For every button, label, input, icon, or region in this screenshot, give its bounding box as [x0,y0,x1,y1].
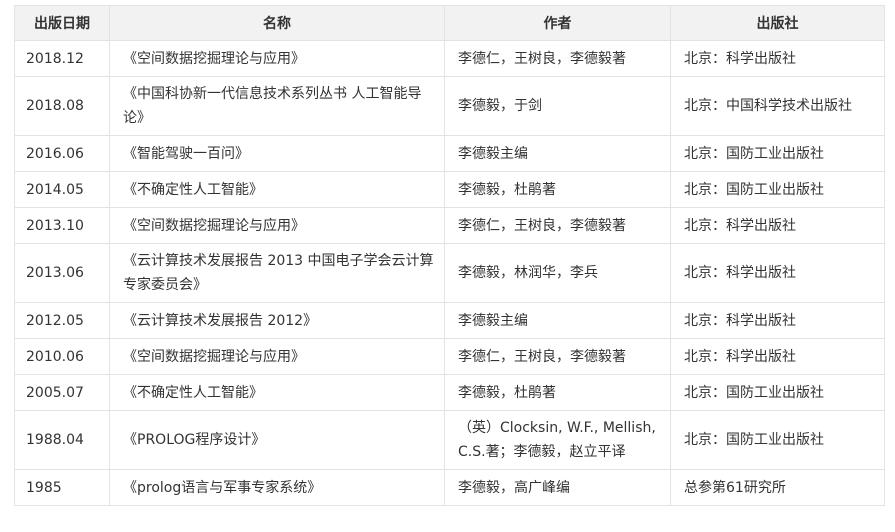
cell-author: 李德毅，杜鹃著 [444,171,671,208]
table-row: 2018.12 《空间数据挖掘理论与应用》 李德仁，王树良，李德毅著 北京：科学出版社 [14,40,885,77]
cell-date: 2018.08 [14,76,110,136]
table-row: 2014.05 《不确定性人工智能》 李德毅，杜鹃著 北京：国防工业出版社 [14,171,885,208]
table-row: 2010.06 《空间数据挖掘理论与应用》 李德仁，王树良，李德毅著 北京：科学出版社 [14,338,885,375]
table-row: 2012.05 《云计算技术发展报告 2012》 李德毅主编 北京：科学出版社 [14,302,885,339]
cell-author: （英）Clocksin, W.F., Mellish, C.S.著；李德毅，赵立… [444,410,671,470]
cell-publisher: 北京：国防工业出版社 [670,135,885,172]
cell-date: 1988.04 [14,410,110,470]
cell-name: 《空间数据挖掘理论与应用》 [109,338,445,375]
cell-date: 2013.06 [14,243,110,303]
cell-author: 李德仁，王树良，李德毅著 [444,207,671,244]
cell-publisher: 北京：科学出版社 [670,338,885,375]
table-header: 出版日期 名称 作者 出版社 [14,5,885,41]
cell-name: 《空间数据挖掘理论与应用》 [109,40,445,77]
cell-name: 《云计算技术发展报告 2012》 [109,302,445,339]
cell-date: 2018.12 [14,40,110,77]
table-row: 1988.04 《PROLOG程序设计》 （英）Clocksin, W.F., Me… [14,410,885,470]
cell-publisher: 北京：科学出版社 [670,243,885,303]
cell-author: 李德毅，林润华，李兵 [444,243,671,303]
cell-date: 2014.05 [14,171,110,208]
publications-table: 出版日期 名称 作者 出版社 2018.12 《空间数据挖掘理论与应用》 李德仁，王… [14,5,885,506]
cell-publisher: 北京：国防工业出版社 [670,374,885,411]
cell-name: 《不确定性人工智能》 [109,374,445,411]
header-name: 名称 [109,5,445,41]
table-row: 2005.07 《不确定性人工智能》 李德毅，杜鹃著 北京：国防工业出版社 [14,374,885,411]
cell-name: 《空间数据挖掘理论与应用》 [109,207,445,244]
cell-publisher: 北京：科学出版社 [670,40,885,77]
cell-author: 李德毅，于剑 [444,76,671,136]
table-row: 2016.06 《智能驾驶一百问》 李德毅主编 北京：国防工业出版社 [14,135,885,172]
table-row: 2018.08 《中国科协新一代信息技术系列丛书 人工智能导论》 李德毅，于剑 北京：… [14,76,885,136]
cell-date: 2016.06 [14,135,110,172]
cell-publisher: 北京：国防工业出版社 [670,171,885,208]
table-row: 1985 《prolog语言与军事专家系统》 李德毅，高广峰编 总参第61研究所 [14,469,885,506]
table-body: 2018.12 《空间数据挖掘理论与应用》 李德仁，王树良，李德毅著 北京：科学出版社… [14,40,885,506]
cell-publisher: 北京：科学出版社 [670,302,885,339]
table-row: 2013.10 《空间数据挖掘理论与应用》 李德仁，王树良，李德毅著 北京：科学出版社 [14,207,885,244]
cell-name: 《不确定性人工智能》 [109,171,445,208]
cell-author: 李德毅主编 [444,302,671,339]
cell-author: 李德毅，高广峰编 [444,469,671,506]
cell-publisher: 北京：科学出版社 [670,207,885,244]
cell-name: 《智能驾驶一百问》 [109,135,445,172]
cell-publisher: 北京：中国科学技术出版社 [670,76,885,136]
cell-publisher: 北京：国防工业出版社 [670,410,885,470]
cell-name: 《PROLOG程序设计》 [109,410,445,470]
cell-date: 2013.10 [14,207,110,244]
cell-author: 李德毅主编 [444,135,671,172]
header-author: 作者 [444,5,671,41]
cell-name: 《中国科协新一代信息技术系列丛书 人工智能导论》 [109,76,445,136]
bibliography-section: 出版日期 名称 作者 出版社 2018.12 《空间数据挖掘理论与应用》 李德仁，王… [0,0,885,506]
cell-author: 李德仁，王树良，李德毅著 [444,40,671,77]
cell-date: 2012.05 [14,302,110,339]
cell-name: 《云计算技术发展报告 2013 中国电子学会云计算专家委员会》 [109,243,445,303]
header-row: 出版日期 名称 作者 出版社 [14,5,885,41]
cell-date: 2010.06 [14,338,110,375]
cell-author: 李德仁，王树良，李德毅著 [444,338,671,375]
cell-name: 《prolog语言与军事专家系统》 [109,469,445,506]
cell-date: 2005.07 [14,374,110,411]
cell-date: 1985 [14,469,110,506]
table-row: 2013.06 《云计算技术发展报告 2013 中国电子学会云计算专家委员会》 李德… [14,243,885,303]
header-publisher: 出版社 [670,5,885,41]
cell-author: 李德毅，杜鹃著 [444,374,671,411]
cell-publisher: 总参第61研究所 [670,469,885,506]
header-date: 出版日期 [14,5,110,41]
